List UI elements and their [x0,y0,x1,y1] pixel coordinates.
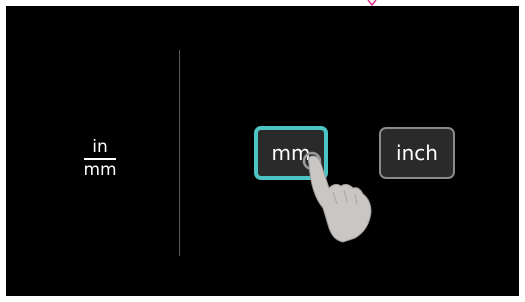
unit-denominator: mm [83,160,117,180]
mm-button-label: mm [271,141,311,165]
unit-numerator: in [92,137,108,157]
unit-fraction-icon: in mm [80,137,120,183]
inch-button[interactable]: inch [379,127,455,179]
mm-button[interactable]: mm [254,126,328,180]
vertical-divider [179,50,180,256]
settings-screen: in mm mm inch [6,6,519,296]
inch-button-label: inch [396,141,438,165]
